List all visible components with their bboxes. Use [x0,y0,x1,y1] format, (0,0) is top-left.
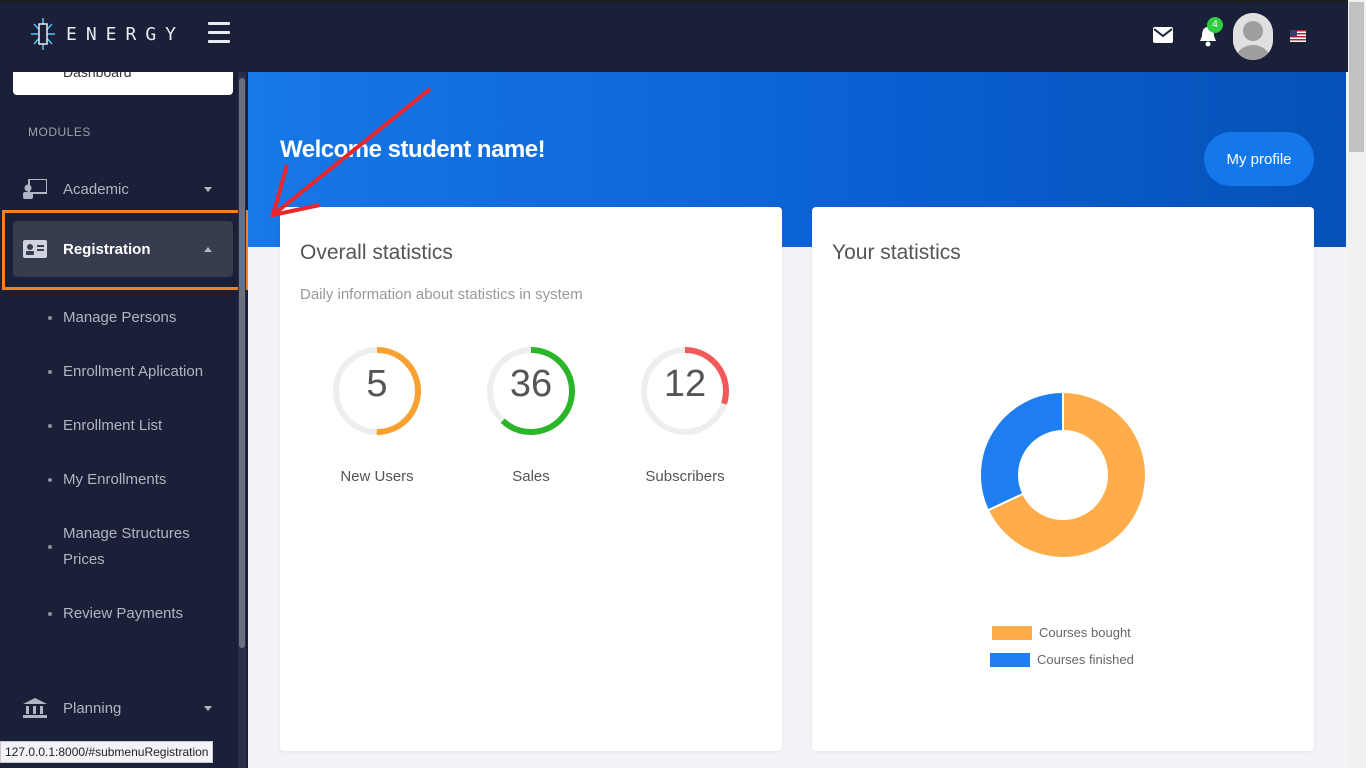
overall-statistics-card: Overall statistics Daily information abo… [280,207,782,751]
stat-value: 36 [509,363,553,405]
legend-item[interactable]: Courses bought [992,625,1131,640]
sidebar-item-planning[interactable]: Planning [13,680,233,736]
card-title: Your statistics [832,241,961,264]
submenu-item-review-payments[interactable]: Review Payments [63,601,183,627]
bullet-icon [48,370,52,374]
avatar-icon [1233,13,1273,60]
top-navbar: ENERGY 4 [0,0,1348,72]
submenu-item-manage-persons[interactable]: Manage Persons [63,305,176,331]
brand-logo[interactable]: ENERGY [28,16,185,52]
stat-gauge-sales: 36 Sales [485,335,577,485]
annotation-arrow [270,87,432,218]
sidebar-item-dashboard[interactable]: Dashboard [13,72,233,95]
logo-text: ENERGY [66,23,186,45]
stat-label: Sales [512,468,550,485]
donut-chart [979,390,1147,559]
avatar[interactable] [1233,13,1273,60]
page-scrollbar-thumb[interactable] [1349,2,1364,152]
submenu-item-manage-structures-prices[interactable]: Manage Structures Prices [63,521,213,573]
sidebar-item-label: Dashboard [63,72,132,80]
stat-label: Subscribers [645,468,725,485]
legend-label: Courses finished [1037,652,1134,667]
submenu-item-enrollment-application[interactable]: Enrollment Aplication [63,359,203,385]
legend-label: Courses bought [1039,625,1131,640]
sidebar: Dashboard MODULES Academic Registration … [0,72,248,768]
bullet-icon [48,478,52,482]
sidebar-item-label: Academic [63,180,129,198]
my-profile-button[interactable]: My profile [1204,132,1314,186]
sidebar-item-academic[interactable]: Academic [13,161,233,217]
legend-item[interactable]: Courses finished [990,652,1134,667]
us-flag-icon[interactable] [1290,30,1306,42]
bullet-icon [48,316,52,320]
your-statistics-card: Your statistics Courses bought Courses f… [812,207,1314,751]
submenu-item-my-enrollments[interactable]: My Enrollments [63,467,166,493]
stat-value: 12 [663,363,707,405]
stat-gauge-new-users: 5 New Users [331,335,423,485]
bullet-icon [48,612,52,616]
legend-swatch [992,625,1032,640]
notification-badge: 4 [1207,17,1223,33]
donut-slice-courses-finished[interactable] [979,390,1064,512]
card-title: Overall statistics [300,241,453,264]
bullet-icon [48,545,52,549]
sidebar-scrollbar-thumb[interactable] [239,78,245,648]
card-subtitle: Daily information about statistics in sy… [300,286,583,303]
chevron-down-icon [204,186,212,192]
stat-label: New Users [340,468,414,485]
stat-gauge-subscribers: 12 Subscribers [639,335,731,485]
browser-status-url: 127.0.0.1:8000/#submenuRegistration [0,741,214,763]
submenu-item-enrollment-list[interactable]: Enrollment List [63,413,162,439]
chevron-down-icon [204,705,212,711]
mail-icon[interactable] [1153,27,1173,43]
annotation-highlight-box [2,210,248,290]
bullet-icon [48,424,52,428]
bank-icon [23,698,47,718]
legend-swatch [990,652,1030,667]
menu-icon[interactable] [208,22,230,44]
sidebar-section-title: MODULES [28,125,91,139]
sidebar-item-label: Planning [63,699,122,717]
logo-icon [31,18,55,50]
stat-value: 5 [366,363,388,405]
presenter-icon [23,179,47,199]
